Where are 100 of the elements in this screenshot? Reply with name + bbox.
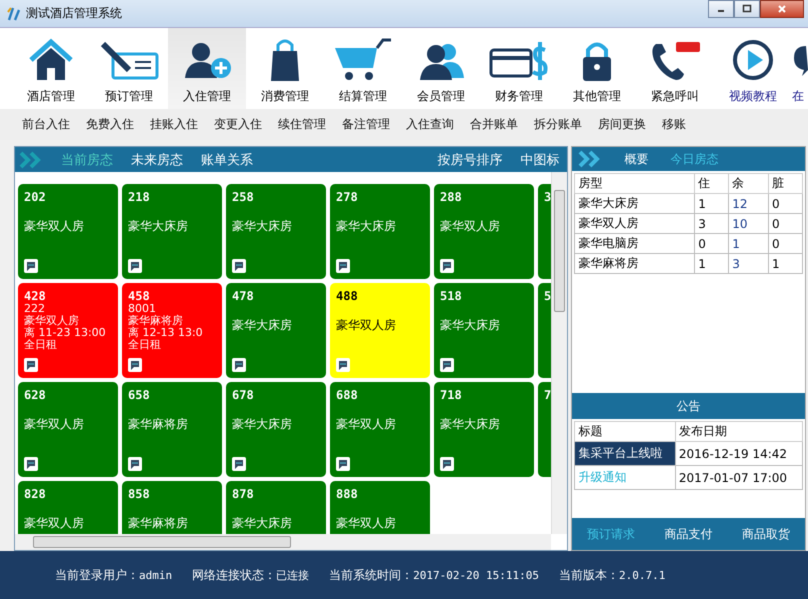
room-type: 豪华麻将房 xyxy=(128,416,189,433)
double-chevron-icon xyxy=(578,150,602,168)
view-tab[interactable]: 未来房态 xyxy=(131,150,183,168)
table-cell: 0 xyxy=(768,234,802,254)
view-tab[interactable]: 当前房态 xyxy=(61,150,113,168)
room-type: 豪华大床房 xyxy=(232,317,293,334)
table-cell: 3 xyxy=(728,254,768,274)
room-number: 878 xyxy=(232,487,255,501)
submenu-item[interactable]: 续住管理 xyxy=(270,116,334,133)
minimize-button[interactable] xyxy=(708,0,734,18)
close-button[interactable] xyxy=(760,0,804,18)
toolbar-item[interactable]: 其他管理 xyxy=(558,28,636,109)
toolbar-item[interactable]: 在 xyxy=(792,28,808,109)
bottom-tab[interactable]: 商品取货 xyxy=(742,526,790,542)
submenu-item[interactable]: 备注管理 xyxy=(334,116,398,133)
room-number: 678 xyxy=(232,388,255,402)
table-cell: 0 xyxy=(694,234,729,254)
submenu-item[interactable]: 变更入住 xyxy=(206,116,270,133)
room-type: 豪华大床房 xyxy=(232,218,293,235)
room-card[interactable]: 828 豪华双人房 xyxy=(18,481,118,534)
view-option[interactable]: 中图标 xyxy=(520,150,560,168)
room-number: 888 xyxy=(336,487,359,501)
play-icon xyxy=(731,38,775,82)
room-card[interactable]: 258 豪华大床房 xyxy=(226,184,326,279)
submenu-item[interactable]: 入住查询 xyxy=(398,116,462,133)
room-card[interactable]: 658 豪华麻将房 xyxy=(122,382,222,477)
room-number: 688 xyxy=(336,388,359,402)
table-cell: 2016-12-19 14:42 xyxy=(675,442,802,466)
room-card[interactable]: 202 豪华双人房 xyxy=(18,184,118,279)
room-card[interactable]: 218 豪华大床房 xyxy=(122,184,222,279)
scroll-thumb[interactable] xyxy=(33,536,291,548)
submenu-item[interactable]: 挂账入住 xyxy=(142,116,206,133)
toolbar-item[interactable]: 紧急呼叫 xyxy=(636,28,714,109)
table-cell: 1 xyxy=(694,194,729,214)
view-option[interactable]: 按房号排序 xyxy=(437,150,502,168)
room-card[interactable]: 5 xyxy=(538,283,552,378)
bottom-tab[interactable]: 商品支付 xyxy=(664,526,713,542)
room-card[interactable]: 7 xyxy=(538,382,552,477)
rate-type: 全日租 xyxy=(24,339,58,351)
room-card[interactable]: 478 豪华大床房 xyxy=(226,283,326,378)
room-card[interactable]: 858 豪华麻将房 xyxy=(122,481,222,534)
column-header: 房型 xyxy=(574,174,695,194)
toolbar-item[interactable]: 入住管理 xyxy=(168,28,246,109)
toolbar-item[interactable]: 财务管理 xyxy=(480,28,558,109)
room-type: 豪华大床房 xyxy=(440,416,501,433)
shopping-cart-icon xyxy=(333,38,393,82)
room-number: 658 xyxy=(128,388,151,402)
submenu-item[interactable]: 拆分账单 xyxy=(526,116,590,133)
submenu-item[interactable]: 合并账单 xyxy=(462,116,526,133)
status-value: 2.0.7.1 xyxy=(618,568,666,582)
room-card[interactable]: 428 222 豪华双人房 离 11-23 13:00 全日租 xyxy=(18,283,118,378)
room-type: 豪华双人房 xyxy=(336,515,397,532)
room-number: 628 xyxy=(24,388,47,402)
table-cell: 豪华大床房 xyxy=(574,194,695,214)
summary-tab[interactable]: 概要 xyxy=(624,150,648,168)
room-number: 7 xyxy=(544,388,552,402)
room-card[interactable]: 878 豪华大床房 xyxy=(226,481,326,534)
table-cell: 1 xyxy=(728,234,768,254)
room-type: 豪华大床房 xyxy=(440,317,501,334)
room-card[interactable]: 288 豪华双人房 xyxy=(434,184,534,279)
room-card[interactable]: 888 豪华双人房 xyxy=(330,481,430,534)
room-type: 豪华大床房 xyxy=(232,416,293,433)
submenu-item[interactable]: 移账 xyxy=(654,116,694,133)
column-header: 住 xyxy=(694,174,729,194)
table-cell: 豪华双人房 xyxy=(574,214,695,234)
house-icon xyxy=(27,38,75,82)
room-card[interactable]: 628 豪华双人房 xyxy=(18,382,118,477)
toolbar-item[interactable]: 预订管理 xyxy=(90,28,168,109)
table-cell: 0 xyxy=(768,214,802,234)
view-tab[interactable]: 账单关系 xyxy=(201,150,253,168)
room-number: 288 xyxy=(440,190,463,204)
guest-name: 222 xyxy=(24,303,46,315)
notice-title[interactable]: 集采平台上线啦 xyxy=(574,442,676,466)
vertical-scrollbar[interactable] xyxy=(551,172,568,534)
status-label: 当前登录用户： xyxy=(55,566,139,584)
room-number: 278 xyxy=(336,190,359,204)
toolbar-item[interactable]: 视频教程 xyxy=(714,28,792,109)
toolbar-item[interactable]: 会员管理 xyxy=(402,28,480,109)
room-card[interactable]: 3 xyxy=(538,184,552,279)
room-card[interactable]: 688 豪华双人房 xyxy=(330,382,430,477)
toolbar-item[interactable]: 消费管理 xyxy=(246,28,324,109)
room-card[interactable]: 278 豪华大床房 xyxy=(330,184,430,279)
room-card[interactable]: 488 豪华双人房 xyxy=(330,283,430,378)
departure-time: 离 11-23 13:00 xyxy=(24,327,107,339)
maximize-button[interactable] xyxy=(734,0,760,18)
room-card[interactable]: 518 豪华大床房 xyxy=(434,283,534,378)
horizontal-scrollbar[interactable] xyxy=(15,534,552,550)
room-card[interactable]: 458 8001 豪华麻将房 离 12-13 13:0 全日租 xyxy=(122,283,222,378)
toolbar-item[interactable]: 酒店管理 xyxy=(12,28,90,109)
submenu-item[interactable]: 房间更换 xyxy=(590,116,654,133)
room-type: 豪华大床房 xyxy=(232,515,293,532)
scroll-thumb[interactable] xyxy=(554,190,566,312)
room-card[interactable]: 718 豪华大床房 xyxy=(434,382,534,477)
submenu-item[interactable]: 免费入住 xyxy=(78,116,142,133)
status-label: 网络连接状态： xyxy=(192,566,276,584)
toolbar-item[interactable]: 结算管理 xyxy=(324,28,402,109)
room-number: 218 xyxy=(128,190,151,204)
room-number: 718 xyxy=(440,388,463,402)
room-card[interactable]: 678 豪华大床房 xyxy=(226,382,326,477)
submenu-item[interactable]: 前台入住 xyxy=(22,116,78,133)
